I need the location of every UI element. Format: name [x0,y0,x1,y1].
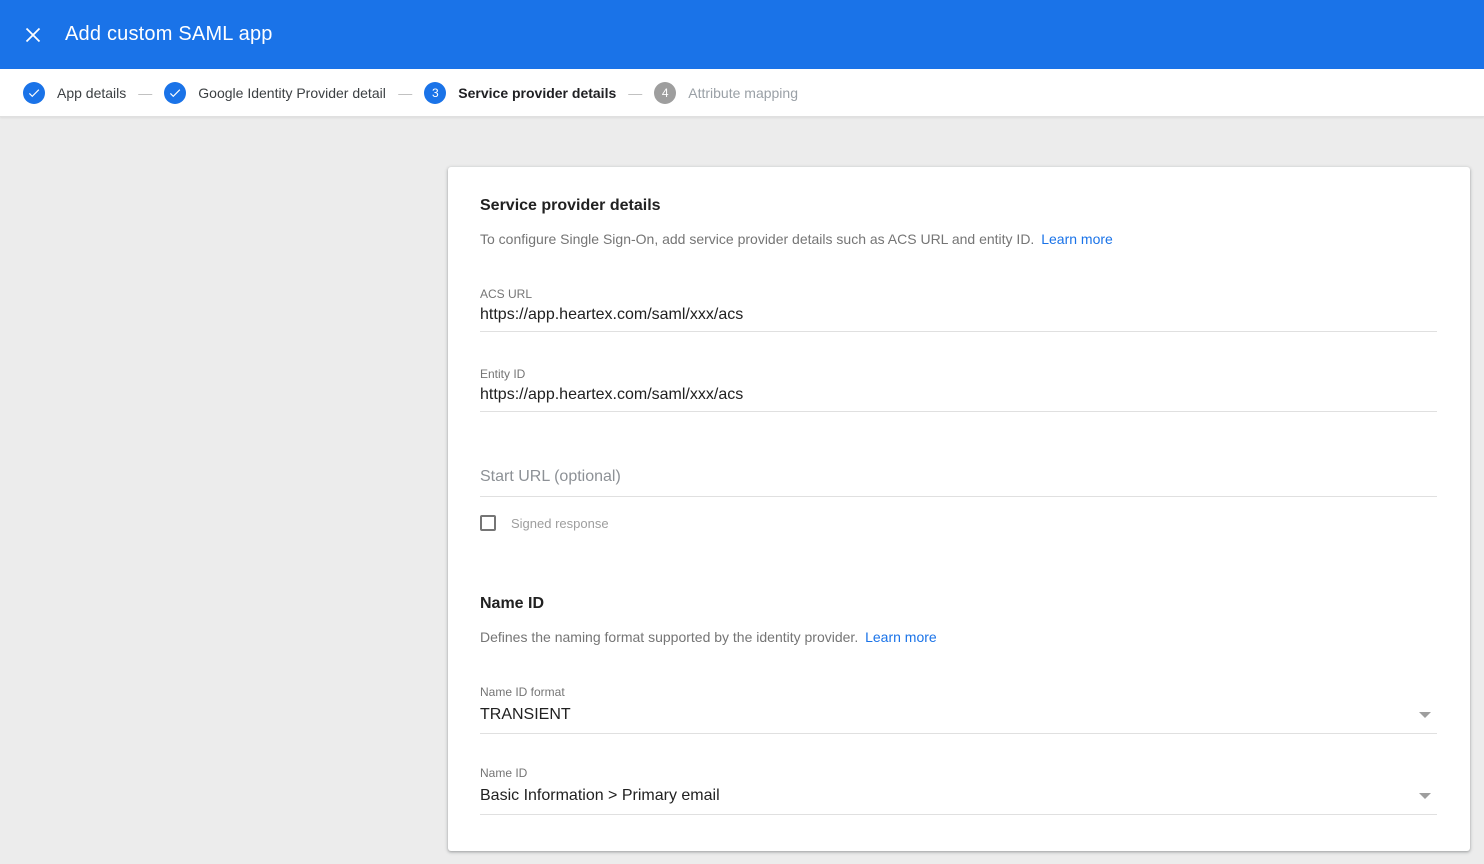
name-id-format-label: Name ID format [480,684,1437,700]
acs-url-input[interactable] [480,302,1437,332]
name-id-label: Name ID [480,765,1437,781]
description-text: To configure Single Sign-On, add service… [480,231,1034,247]
section-heading-name-id: Name ID [480,593,1437,615]
name-id-description: Defines the naming format supported by t… [480,627,1437,647]
step-number: 4 [662,86,669,100]
step-number: 3 [432,86,439,100]
step-check-circle [23,82,45,104]
dialog-title: Add custom SAML app [65,23,273,46]
name-id-format-field: Name ID format TRANSIENT [480,684,1437,734]
step-check-circle [164,82,186,104]
learn-more-link-service-provider[interactable]: Learn more [1041,231,1113,247]
service-provider-card: Service provider details To configure Si… [448,167,1470,851]
close-icon [24,26,42,44]
step-number-circle: 3 [424,82,446,104]
learn-more-link-name-id[interactable]: Learn more [865,629,937,645]
dialog-header: Add custom SAML app [0,0,1484,69]
step-google-idp-details[interactable]: Google Identity Provider details [164,82,386,104]
check-icon [27,86,41,100]
acs-url-field: ACS URL [480,286,1437,332]
step-label: Google Identity Provider details [198,85,386,101]
stepper: App details — Google Identity Provider d… [0,69,1484,117]
dropdown-caret-icon [1419,793,1431,799]
step-app-details[interactable]: App details [23,82,126,104]
dropdown-caret-icon [1419,712,1431,718]
step-attribute-mapping[interactable]: 4 Attribute mapping [654,82,798,104]
entity-id-field: Entity ID [480,366,1437,412]
name-id-field: Name ID Basic Information > Primary emai… [480,765,1437,815]
name-id-format-select[interactable]: TRANSIENT [480,702,1437,734]
step-label: App details [57,85,126,101]
service-provider-description: To configure Single Sign-On, add service… [480,229,1437,249]
description-text: Defines the naming format supported by t… [480,629,858,645]
start-url-input[interactable] [480,464,1437,497]
step-service-provider-details[interactable]: 3 Service provider details [424,82,616,104]
entity-id-input[interactable] [480,382,1437,412]
step-separator: — [138,85,152,101]
acs-url-label: ACS URL [480,286,1437,302]
step-separator: — [398,85,412,101]
signed-response-row: Signed response [480,515,1437,531]
entity-id-label: Entity ID [480,366,1437,382]
step-label: Service provider details [458,85,616,101]
check-icon [168,86,182,100]
step-separator: — [628,85,642,101]
section-heading-service-provider: Service provider details [480,195,1437,217]
name-id-select[interactable]: Basic Information > Primary email [480,783,1437,815]
signed-response-label: Signed response [511,516,609,531]
name-id-format-value: TRANSIENT [480,706,571,724]
page-content: Service provider details To configure Si… [0,117,1484,864]
signed-response-checkbox[interactable] [480,515,496,531]
close-button[interactable] [21,23,45,47]
step-number-circle: 4 [654,82,676,104]
name-id-value: Basic Information > Primary email [480,787,720,805]
step-label: Attribute mapping [688,85,798,101]
